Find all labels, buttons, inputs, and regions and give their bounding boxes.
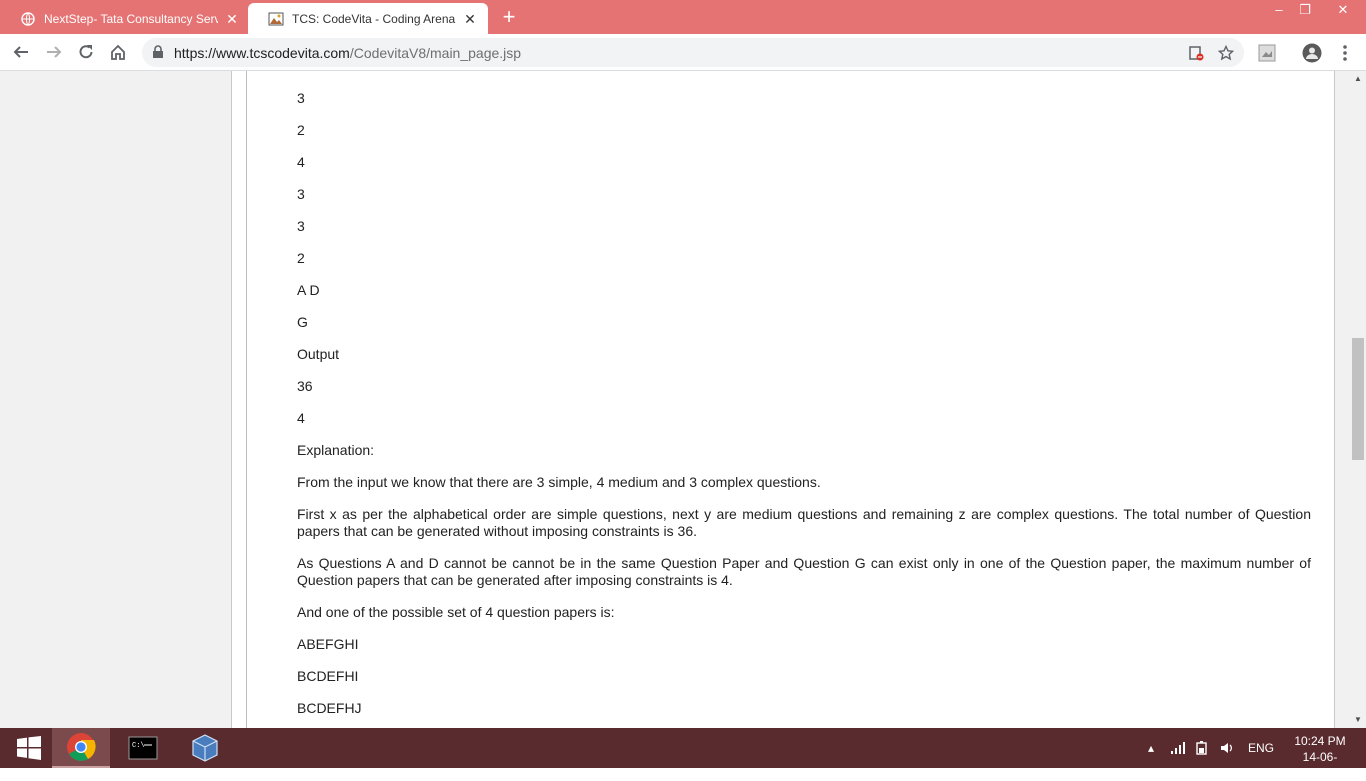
question-paper: BCDEFHJ	[297, 700, 362, 716]
browser-toolbar: https://www.tcscodevita.com/CodevitaV8/m…	[0, 34, 1366, 71]
battery-icon[interactable]	[1195, 728, 1211, 768]
explanation-paragraph: First x as per the alphabetical order ar…	[297, 506, 1311, 539]
volume-icon[interactable]	[1220, 728, 1236, 768]
show-hidden-icons[interactable]: ▴	[1148, 728, 1154, 768]
url-text: https://www.tcscodevita.com/CodevitaV8/m…	[174, 45, 521, 61]
windows-taskbar: C:\ ▴ ENG 10:24 PM 14-06-2019	[0, 728, 1366, 780]
output-heading: Output	[297, 346, 340, 362]
tab-title: TCS: CodeVita - Coding Arena	[292, 11, 456, 26]
close-icon[interactable]: ✕	[462, 11, 478, 27]
address-bar[interactable]: https://www.tcscodevita.com/CodevitaV8/m…	[142, 38, 1244, 67]
input-value: A D	[297, 282, 320, 298]
menu-kebab-icon[interactable]	[1335, 43, 1355, 63]
forward-icon[interactable]	[42, 40, 66, 64]
chrome-taskbar-icon[interactable]	[52, 728, 110, 768]
restore-button[interactable]: ❐	[1290, 0, 1320, 20]
network-icon[interactable]	[1170, 728, 1186, 768]
system-clock[interactable]: 10:24 PM 14-06-2019	[1290, 733, 1350, 781]
back-icon[interactable]	[9, 40, 33, 64]
lock-icon[interactable]	[152, 45, 164, 64]
tab-title: NextStep- Tata Consultancy Serv	[44, 11, 218, 26]
home-icon[interactable]	[106, 40, 130, 64]
profile-avatar-icon[interactable]	[1302, 43, 1322, 63]
reload-icon[interactable]	[74, 40, 98, 64]
bookmark-star-icon[interactable]	[1217, 44, 1235, 62]
input-value: 2	[297, 122, 305, 138]
vertical-scrollbar[interactable]: ▲ ▼	[1350, 71, 1366, 728]
input-value: 4	[297, 154, 305, 170]
page-viewport: 3 2 4 3 3 2 A D G Output 36 4 Explanatio…	[0, 71, 1350, 728]
output-value: 4	[297, 410, 305, 426]
language-indicator[interactable]: ENG	[1248, 728, 1274, 768]
input-value: 2	[297, 250, 305, 266]
tab-strip: NextStep- Tata Consultancy Serv ✕ TCS: C…	[0, 0, 1366, 34]
close-icon[interactable]: ✕	[224, 11, 240, 27]
command-prompt-icon[interactable]: C:\	[114, 728, 172, 768]
url-path: /CodevitaV8/main_page.jsp	[349, 45, 522, 61]
input-value: G	[297, 314, 308, 330]
input-value: 3	[297, 90, 305, 106]
clock-date: 14-06-2019	[1302, 750, 1338, 780]
scroll-up-arrow-icon[interactable]: ▲	[1350, 71, 1366, 87]
explanation-paragraph: And one of the possible set of 4 questio…	[297, 604, 615, 620]
clock-time: 10:24 PM	[1294, 734, 1346, 748]
tab-codevita[interactable]: TCS: CodeVita - Coding Arena ✕	[248, 3, 488, 34]
windows-start-icon[interactable]	[0, 728, 58, 768]
codevita-favicon	[268, 11, 284, 27]
virtualbox-icon[interactable]	[176, 728, 234, 768]
scroll-thumb[interactable]	[1352, 338, 1364, 460]
input-value: 3	[297, 218, 305, 234]
problem-panel	[246, 71, 1334, 728]
input-value: 3	[297, 186, 305, 202]
url-host: https://www.tcscodevita.com	[174, 45, 350, 61]
question-paper: ABEFGHI	[297, 636, 359, 652]
explanation-paragraph: As Questions A and D cannot be cannot be…	[297, 555, 1311, 588]
globe-icon	[20, 11, 36, 27]
explanation-heading: Explanation:	[297, 442, 375, 458]
question-paper: BCDEFHI	[297, 668, 359, 684]
tab-nextstep[interactable]: NextStep- Tata Consultancy Serv ✕	[0, 3, 250, 34]
new-tab-button[interactable]: +	[498, 6, 520, 28]
scroll-down-arrow-icon[interactable]: ▼	[1350, 712, 1366, 728]
extension-icon[interactable]	[1257, 43, 1277, 63]
output-value: 36	[297, 378, 313, 394]
svg-text:C:\: C:\	[132, 742, 145, 750]
blocked-popup-icon[interactable]	[1187, 44, 1205, 62]
explanation-paragraph: From the input we know that there are 3 …	[297, 474, 821, 490]
window-close-button[interactable]: ✕	[1320, 0, 1366, 20]
